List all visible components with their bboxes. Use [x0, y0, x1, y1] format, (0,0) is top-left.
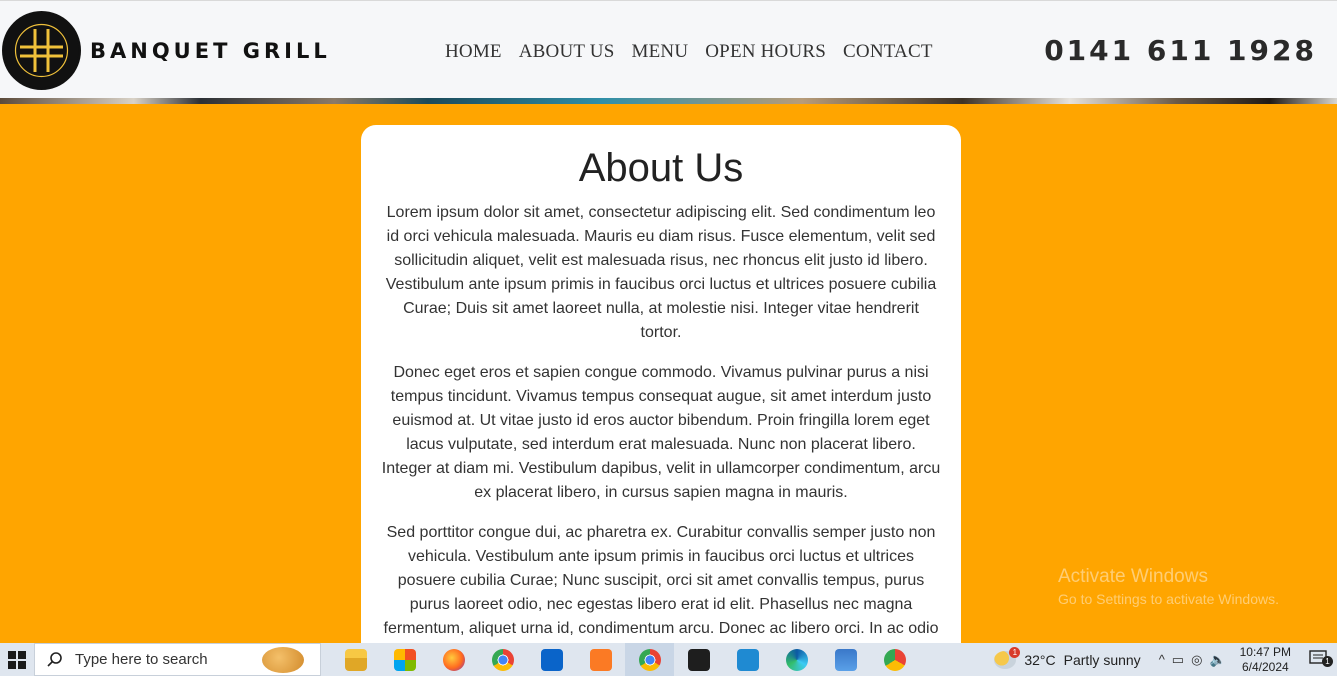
system-tray: 1 32°C Partly sunny ^ ▭ ◎ 🔈 10:47 PM 6/4…: [994, 645, 1337, 675]
windows-logo-icon: [8, 650, 26, 669]
microsoft-store-icon[interactable]: [380, 643, 429, 676]
about-paragraph: Donec eget eros et sapien congue commodo…: [381, 364, 941, 501]
chrome-icon[interactable]: [478, 643, 527, 676]
weather-badge: 1: [1009, 646, 1021, 658]
logo-icon[interactable]: [2, 11, 81, 90]
brand-name[interactable]: BANQUET GRILL: [90, 39, 331, 63]
search-icon: [47, 651, 62, 667]
nav-menu[interactable]: MENU: [632, 41, 689, 63]
vscode-icon[interactable]: [723, 643, 772, 676]
windows-taskbar: Type here to search 1 32°C Partly sunny …: [0, 643, 1337, 676]
watermark-subtitle: Go to Settings to activate Windows.: [1058, 591, 1279, 607]
about-card: About Us Lorem ipsum dolor sit amet, con…: [361, 125, 961, 676]
xampp-icon[interactable]: [576, 643, 625, 676]
clock-time: 10:47 PM: [1239, 644, 1291, 659]
page-title: About Us: [578, 146, 744, 190]
weather-temperature[interactable]: 32°C: [1024, 652, 1055, 668]
activate-windows-watermark: Activate Windows Go to Settings to activ…: [1058, 566, 1279, 607]
firefox-icon[interactable]: [429, 643, 478, 676]
phone-number[interactable]: 0141 611 1928: [1044, 34, 1317, 67]
search-highlight-icon: [262, 647, 304, 673]
hero-image-strip: [0, 98, 1337, 104]
nav-open-hours[interactable]: OPEN HOURS: [705, 41, 826, 63]
edge-icon[interactable]: [772, 643, 821, 676]
nav-about-us[interactable]: ABOUT US: [519, 41, 615, 63]
taskbar-apps: [331, 643, 919, 676]
taskbar-search-box[interactable]: Type here to search: [34, 643, 321, 676]
nav-contact[interactable]: CONTACT: [843, 41, 933, 63]
tray-icons: ^ ▭ ◎ 🔈: [1159, 652, 1226, 668]
weather-condition[interactable]: Partly sunny: [1064, 652, 1141, 668]
terminal-icon[interactable]: [674, 643, 723, 676]
chrome-profile-icon[interactable]: [870, 643, 919, 676]
watermark-title: Activate Windows: [1058, 566, 1208, 587]
taskbar-clock[interactable]: 10:47 PM 6/4/2024: [1240, 645, 1291, 675]
search-placeholder: Type here to search: [75, 651, 208, 668]
about-paragraph: Lorem ipsum dolor sit amet, consectetur …: [385, 204, 937, 341]
site-header: BANQUET GRILL HOME ABOUT US MENU OPEN HO…: [0, 0, 1337, 98]
remote-desktop-icon[interactable]: [821, 643, 870, 676]
network-icon[interactable]: ◎: [1191, 652, 1202, 668]
volume-icon[interactable]: 🔈: [1209, 652, 1225, 668]
start-button[interactable]: [0, 643, 34, 676]
battery-icon[interactable]: ▭: [1172, 652, 1184, 668]
notification-icon[interactable]: 1: [1309, 649, 1333, 670]
clock-date: 6/4/2024: [1241, 659, 1289, 674]
about-paragraph: Sed porttitor congue dui, ac pharetra ex…: [383, 524, 939, 637]
chevron-up-icon[interactable]: ^: [1159, 652, 1165, 668]
weather-icon[interactable]: 1: [994, 646, 1021, 669]
mail-icon[interactable]: [527, 643, 576, 676]
nav-home[interactable]: HOME: [445, 41, 502, 63]
file-explorer-icon[interactable]: [331, 643, 380, 676]
chrome-active-icon[interactable]: [625, 643, 674, 676]
main-nav: HOME ABOUT US MENU OPEN HOURS CONTACT: [445, 41, 950, 63]
notification-count: 1: [1322, 655, 1333, 667]
